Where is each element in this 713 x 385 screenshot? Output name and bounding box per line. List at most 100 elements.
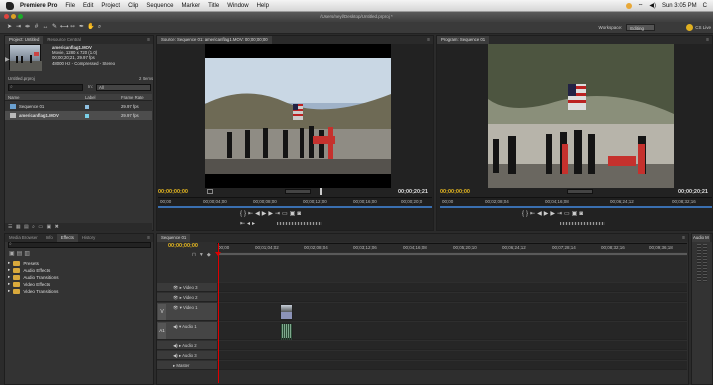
settings-icon[interactable] [320,188,322,195]
disclosure-icon[interactable]: ▸ [8,288,10,294]
program-work-area-bar[interactable] [440,206,712,208]
panel-menu-icon[interactable]: ≡ [682,234,685,242]
program-time-ruler[interactable]: 00;00 00;02;08;04 00;04;16;08 00;06;24;1… [440,197,712,206]
camera-icon[interactable]: ◙ [579,211,585,217]
fx-folder-presets[interactable]: ▸ Presets [8,260,39,266]
toggle-output-icon[interactable]: ◀) [173,353,178,358]
close-window-button[interactable] [4,14,9,19]
tab-effects[interactable]: Effects [56,234,78,242]
source-video-frame[interactable] [205,44,391,188]
playhead[interactable] [218,243,219,383]
disclosure-icon[interactable]: ▸ [8,281,10,287]
panel-menu-icon[interactable]: ≡ [147,36,150,44]
menu-edit[interactable]: Edit [83,3,93,9]
insert-icon[interactable]: ▭ [282,211,290,217]
source-time-ruler[interactable]: 00;00 00;00;04;00 00;00;08;00 00;00;12;0… [158,197,432,206]
program-jog-dial[interactable] [560,222,605,225]
menu-help[interactable]: Help [257,3,269,9]
track-body[interactable] [217,293,687,301]
track-body[interactable] [217,341,687,349]
menu-app[interactable]: Premiere Pro [20,3,57,9]
user-menu[interactable]: C [703,3,707,9]
toggle-output-icon[interactable]: 👁 [173,295,178,300]
track-body[interactable] [217,351,687,359]
menu-title[interactable]: Title [208,3,219,9]
slide-tool-icon[interactable]: ⇿ [69,24,76,31]
find-icon[interactable]: ⌕ [32,224,36,230]
timeline-timecode[interactable]: 00;00;00;00 [168,243,198,249]
rate-stretch-tool-icon[interactable]: ↔ [42,24,49,31]
in-select[interactable]: All [96,84,151,91]
menu-clip[interactable]: Clip [128,3,138,9]
zoom-tool-icon[interactable]: ⌕ [96,24,103,31]
step-forward-icon[interactable]: ▶ [550,211,557,217]
audio-clip[interactable] [280,323,293,340]
fx-folder-audio-transitions[interactable]: ▸ Audio Transitions [8,274,59,280]
col-label[interactable]: Label [85,94,96,101]
step-back-icon[interactable]: ◀ [537,211,544,217]
menu-project[interactable]: Project [101,3,120,9]
new-bin-icon[interactable]: ▭ [38,224,44,230]
source-timecode-in[interactable]: 00;00;00;00 [158,189,188,195]
track-body[interactable] [217,283,687,291]
track-video-2[interactable]: 👁 ▸ Video 2 [157,293,687,302]
workspace-select[interactable]: Editing [626,24,655,31]
disclosure-icon[interactable]: ▸ [8,267,10,273]
yuv-effects-icon[interactable]: ▥ [24,251,32,257]
program-video-frame[interactable] [488,44,674,188]
step-back-icon[interactable]: ◀ [255,211,262,217]
cs-live[interactable]: CS Live [686,24,711,31]
camera-icon[interactable]: ◙ [297,211,303,217]
clock[interactable]: Sun 3:05 PM [662,3,697,9]
automate-icon[interactable]: ▤ [24,224,30,230]
play-thumbnail-icon[interactable]: ▶ [5,56,10,63]
hand-tool-icon[interactable]: ✋ [87,24,94,31]
toggle-output-icon[interactable]: ◀) [173,324,178,329]
fx-folder-audio-effects[interactable]: ▸ Audio Effects [8,267,50,273]
prev-edit-icon[interactable]: ⇤ [240,221,247,227]
track-body[interactable] [217,361,687,369]
tab-source[interactable]: Source: Sequence 01: americanflag1.MOV: … [157,36,272,44]
source-work-area-bar[interactable] [158,206,432,208]
tab-sequence[interactable]: Sequence 01 [157,234,191,242]
project-row-sequence[interactable]: Sequence 01 29.97 fps [5,102,152,111]
tab-info[interactable]: Info [42,234,57,242]
wifi-icon[interactable]: ⌔ [638,2,644,10]
source-jog-dial[interactable] [277,222,322,225]
jog-icon[interactable]: ▸ [252,221,257,227]
col-frame-rate[interactable]: Frame Rate [121,94,144,101]
panel-menu-icon[interactable]: ≡ [706,36,709,44]
go-to-out-icon[interactable]: ⇥ [557,211,564,217]
panel-menu-icon[interactable]: ≡ [147,234,150,242]
step-forward-icon[interactable]: ▶ [268,211,275,217]
go-to-in-icon[interactable]: ⇤ [530,211,537,217]
go-to-in-icon[interactable]: ⇤ [248,211,255,217]
col-name[interactable]: Name [8,94,19,101]
track-video-3[interactable]: 👁 ▸ Video 3 [157,283,687,292]
toggle-output-icon[interactable]: 👁 [173,305,178,310]
playhead-marker-icon[interactable] [215,252,221,256]
slip-tool-icon[interactable]: ⟷ [60,24,69,31]
tab-history[interactable]: History [78,234,99,242]
lift-icon[interactable]: ▭ [564,211,572,217]
effects-search-input[interactable] [8,242,151,248]
toggle-output-icon[interactable]: ◀) [173,343,178,348]
program-timecode-in[interactable]: 00;00;00;00 [440,189,470,195]
fit-select[interactable] [207,189,213,194]
panel-menu-icon[interactable]: ≡ [427,36,430,44]
accelerated-effects-icon[interactable]: ▣ [9,251,17,257]
track-audio-2[interactable]: ◀) ▸ Audio 2 [157,341,687,350]
zoom-window-button[interactable] [18,14,23,19]
disclosure-icon[interactable]: ▸ [8,274,10,280]
menu-sequence[interactable]: Sequence [146,3,173,9]
rolling-edit-tool-icon[interactable]: # [33,24,40,31]
tab-project[interactable]: Project: Untitled [5,36,44,44]
zoom-select[interactable] [285,189,311,194]
track-master[interactable]: ▸ Master [157,361,687,370]
track-video-1[interactable]: 👁 ▾ Video 1 [157,303,687,321]
icon-view-icon[interactable]: ▦ [16,224,22,230]
fx-folder-video-effects[interactable]: ▸ Video Effects [8,281,50,287]
source-track-a1[interactable]: A1 [158,323,166,339]
tab-resource-central[interactable]: Resource Central [43,36,84,44]
keyframe-icon[interactable]: ◆ [207,252,214,258]
